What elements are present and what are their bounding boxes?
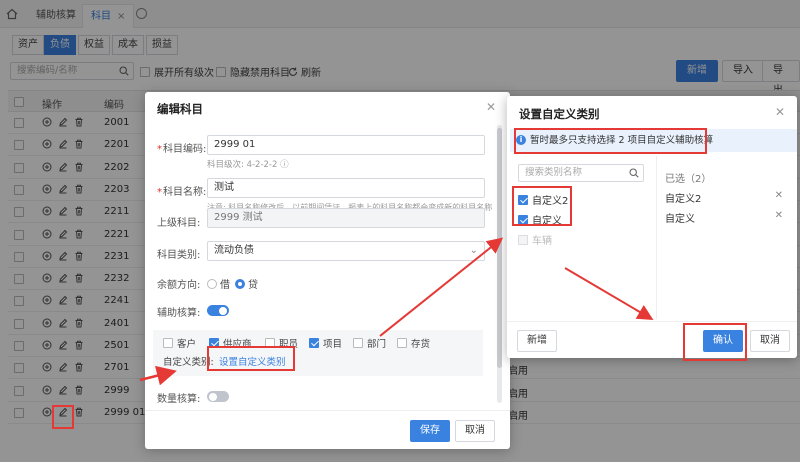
arrow-to-dialog (379, 237, 504, 337)
arrow-to-confirm (564, 267, 654, 321)
arrow-to-link (139, 365, 177, 386)
annotation-arrows (139, 237, 654, 386)
